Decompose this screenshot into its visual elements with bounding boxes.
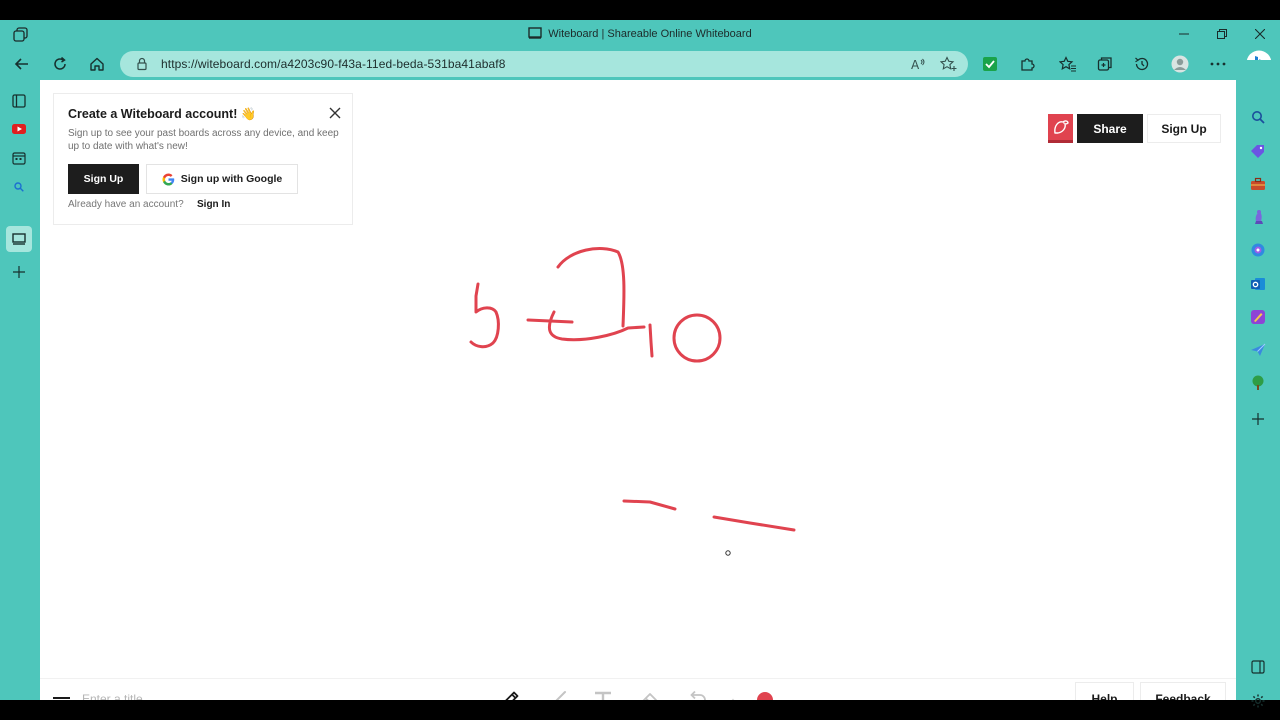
promo-signup-button[interactable]: Sign Up <box>68 164 139 194</box>
help-button[interactable]: Help <box>1075 682 1134 700</box>
left-sidebar <box>0 80 40 700</box>
whiteboard-icon[interactable] <box>6 226 32 252</box>
board-title-input[interactable] <box>82 690 282 700</box>
title-bar: Witeboard | Shareable Online Whiteboard <box>0 20 1280 48</box>
chess-icon[interactable] <box>1249 208 1267 226</box>
youtube-icon[interactable] <box>10 120 28 138</box>
google-signup-label: Sign up with Google <box>180 173 283 185</box>
address-bar[interactable]: https://witeboard.com/a4203c90-f43a-11ed… <box>120 51 968 77</box>
history-icon[interactable] <box>1132 54 1152 74</box>
bottom-toolbar: Help Feedback <box>40 678 1236 700</box>
signup-button[interactable]: Sign Up <box>1147 114 1221 143</box>
already-have-account-text: Already have an account? <box>68 199 184 210</box>
add-favorite-icon[interactable] <box>939 56 957 72</box>
settings-icon[interactable] <box>1249 692 1267 710</box>
profile-avatar-icon[interactable] <box>1170 54 1190 74</box>
line-icon[interactable] <box>546 689 568 700</box>
close-window-button[interactable] <box>1248 24 1272 44</box>
lock-icon[interactable] <box>134 56 150 72</box>
outlook-icon[interactable] <box>1249 275 1267 293</box>
window-title: Witeboard | Shareable Online Whiteboard <box>0 27 1280 42</box>
tree-icon[interactable] <box>1249 374 1267 392</box>
drawn-stroke-digit-5 <box>469 282 500 349</box>
tab-actions-icon[interactable] <box>10 92 28 110</box>
promo-description: Sign up to see your past boards across a… <box>68 128 339 152</box>
copilot-icon[interactable] <box>1249 241 1267 259</box>
restore-button[interactable] <box>1210 24 1234 44</box>
undo-icon[interactable] <box>686 689 708 700</box>
drawn-stroke-underline-2 <box>712 515 796 532</box>
refresh-button[interactable] <box>48 53 72 75</box>
collections-icon[interactable] <box>1095 54 1115 74</box>
svg-text:A: A <box>911 58 920 72</box>
pen-icon[interactable] <box>499 689 521 700</box>
briefcase-icon[interactable] <box>1249 175 1267 193</box>
close-icon[interactable] <box>328 106 342 120</box>
settings-more-icon[interactable] <box>1208 54 1228 74</box>
drawn-stroke-digit-0 <box>672 313 722 363</box>
add-icon[interactable] <box>10 263 28 281</box>
share-button[interactable]: Share <box>1077 114 1143 143</box>
screen: Witeboard | Shareable Online Whiteboard … <box>0 0 1280 720</box>
create-account-card: Create a Witeboard account! 👋 Sign up to… <box>53 93 353 225</box>
feedback-button[interactable]: Feedback <box>1140 682 1226 700</box>
extensions-icon[interactable] <box>1017 54 1037 74</box>
eraser-icon[interactable] <box>639 689 661 700</box>
text-icon[interactable] <box>592 689 614 700</box>
url-text[interactable]: https://witeboard.com/a4203c90-f43a-11ed… <box>161 57 506 71</box>
menu-icon[interactable] <box>53 694 70 700</box>
google-icon <box>162 173 175 186</box>
read-aloud-icon[interactable]: A <box>910 56 926 72</box>
calendar-icon[interactable] <box>10 149 28 167</box>
add-icon[interactable] <box>1249 410 1267 428</box>
right-sidebar <box>1236 60 1280 708</box>
witeboard-page: Create a Witeboard account! 👋 Sign up to… <box>40 80 1236 700</box>
window-title-text: Witeboard | Shareable Online Whiteboard <box>548 28 752 40</box>
drawn-stroke-underline-1 <box>622 499 677 511</box>
search-icon[interactable] <box>1249 108 1267 126</box>
designer-icon[interactable] <box>1249 308 1267 326</box>
drawn-stroke-digit-1 <box>648 323 654 358</box>
color-picker-button[interactable] <box>754 689 776 700</box>
panel-icon[interactable] <box>1249 658 1267 676</box>
minimize-button[interactable] <box>1172 24 1196 44</box>
separator-dot <box>722 689 744 700</box>
back-button[interactable] <box>10 53 34 75</box>
search-icon[interactable] <box>10 178 28 196</box>
google-signup-button[interactable]: Sign up with Google <box>146 164 298 194</box>
home-button[interactable] <box>85 53 109 75</box>
checkbox-extension-icon[interactable] <box>980 54 1000 74</box>
send-icon[interactable] <box>1249 341 1267 359</box>
cursor-indicator <box>725 550 731 556</box>
promo-title: Create a Witeboard account! 👋 <box>68 107 257 121</box>
drawn-stroke-digit-4 <box>547 247 646 342</box>
user-avatar[interactable] <box>1048 114 1073 143</box>
tag-icon[interactable] <box>1249 142 1267 160</box>
signin-link[interactable]: Sign In <box>197 199 230 210</box>
browser-toolbar: https://witeboard.com/a4203c90-f43a-11ed… <box>0 48 1280 80</box>
favorites-icon[interactable] <box>1058 54 1078 74</box>
browser-window: Witeboard | Shareable Online Whiteboard … <box>0 20 1280 708</box>
bird-avatar-icon <box>1053 120 1069 134</box>
witeboard-favicon-icon <box>528 27 542 42</box>
